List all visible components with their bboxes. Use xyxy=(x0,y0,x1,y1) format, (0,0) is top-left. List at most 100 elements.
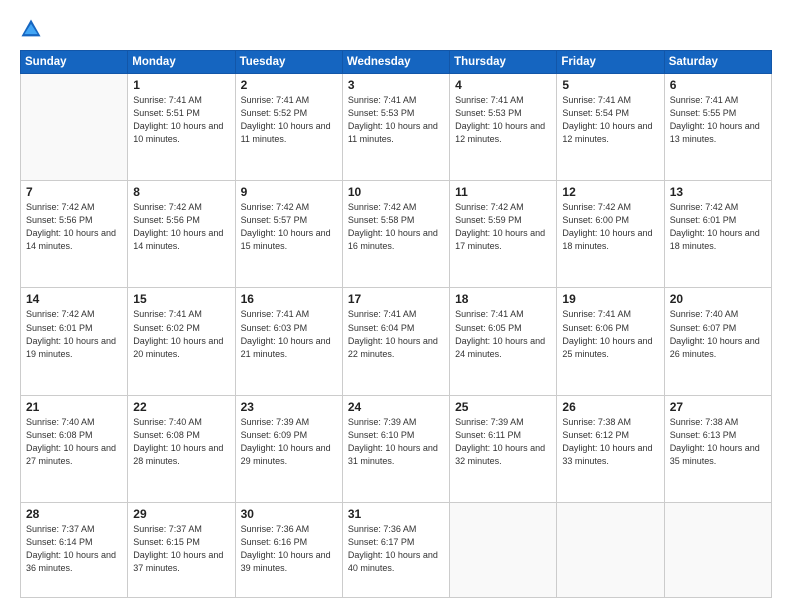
day-number: 4 xyxy=(455,78,551,92)
calendar-cell xyxy=(21,74,128,181)
calendar-row: 21 Sunrise: 7:40 AMSunset: 6:08 PMDayligh… xyxy=(21,395,772,502)
calendar-cell: 14 Sunrise: 7:42 AMSunset: 6:01 PMDayligh… xyxy=(21,288,128,395)
calendar-cell: 8Sunrise: 7:42 AMSunset: 5:56 PMDaylight… xyxy=(128,181,235,288)
day-info: Sunrise: 7:40 AMSunset: 6:07 PMDaylight:… xyxy=(670,308,766,360)
calendar-cell: 16 Sunrise: 7:41 AMSunset: 6:03 PMDayligh… xyxy=(235,288,342,395)
day-number: 24 xyxy=(348,400,444,414)
calendar-row: 7 Sunrise: 7:42 AMSunset: 5:56 PMDaylight… xyxy=(21,181,772,288)
calendar-cell xyxy=(557,502,664,597)
day-info: Sunrise: 7:42 AMSunset: 5:56 PMDaylight:… xyxy=(133,201,229,253)
day-info: Sunrise: 7:42 AMSunset: 5:59 PMDaylight:… xyxy=(455,201,551,253)
day-info: Sunrise: 7:41 AMSunset: 5:54 PMDaylight:… xyxy=(562,94,658,146)
calendar-cell: 2Sunrise: 7:41 AMSunset: 5:52 PMDaylight… xyxy=(235,74,342,181)
day-number: 28 xyxy=(26,507,122,521)
day-info: Sunrise: 7:41 AMSunset: 6:02 PMDaylight:… xyxy=(133,308,229,360)
day-number: 31 xyxy=(348,507,444,521)
calendar-cell: 15 Sunrise: 7:41 AMSunset: 6:02 PMDayligh… xyxy=(128,288,235,395)
weekday-header-wednesday: Wednesday xyxy=(342,51,449,74)
day-number: 11 xyxy=(455,185,551,199)
day-info: Sunrise: 7:37 AMSunset: 6:14 PMDaylight:… xyxy=(26,523,122,575)
calendar-cell: 20Sunrise: 7:40 AMSunset: 6:07 PMDayligh… xyxy=(664,288,771,395)
weekday-header-row: SundayMondayTuesdayWednesdayThursdayFrid… xyxy=(21,51,772,74)
calendar-cell: 10 Sunrise: 7:42 AMSunset: 5:58 PMDayligh… xyxy=(342,181,449,288)
calendar-cell: 30 Sunrise: 7:36 AMSunset: 6:16 PMDayligh… xyxy=(235,502,342,597)
day-number: 26 xyxy=(562,400,658,414)
calendar-cell: 17 Sunrise: 7:41 AMSunset: 6:04 PMDayligh… xyxy=(342,288,449,395)
day-number: 27 xyxy=(670,400,766,414)
calendar-cell: 12 Sunrise: 7:42 AMSunset: 6:00 PMDayligh… xyxy=(557,181,664,288)
page: SundayMondayTuesdayWednesdayThursdayFrid… xyxy=(0,0,792,612)
weekday-header-monday: Monday xyxy=(128,51,235,74)
day-info: Sunrise: 7:42 AMSunset: 5:58 PMDaylight:… xyxy=(348,201,444,253)
day-info: Sunrise: 7:39 AMSunset: 6:11 PMDaylight:… xyxy=(455,416,551,468)
weekday-header-tuesday: Tuesday xyxy=(235,51,342,74)
calendar-cell: 11 Sunrise: 7:42 AMSunset: 5:59 PMDayligh… xyxy=(450,181,557,288)
day-number: 23 xyxy=(241,400,337,414)
day-info: Sunrise: 7:42 AMSunset: 5:56 PMDaylight:… xyxy=(26,201,122,253)
day-number: 25 xyxy=(455,400,551,414)
calendar-cell: 5 Sunrise: 7:41 AMSunset: 5:54 PMDaylight… xyxy=(557,74,664,181)
day-info: Sunrise: 7:37 AMSunset: 6:15 PMDaylight:… xyxy=(133,523,229,575)
day-info: Sunrise: 7:36 AMSunset: 6:17 PMDaylight:… xyxy=(348,523,444,575)
day-info: Sunrise: 7:42 AMSunset: 6:01 PMDaylight:… xyxy=(670,201,766,253)
day-number: 29 xyxy=(133,507,229,521)
day-number: 15 xyxy=(133,292,229,306)
day-info: Sunrise: 7:38 AMSunset: 6:13 PMDaylight:… xyxy=(670,416,766,468)
day-info: Sunrise: 7:41 AMSunset: 5:55 PMDaylight:… xyxy=(670,94,766,146)
day-info: Sunrise: 7:40 AMSunset: 6:08 PMDaylight:… xyxy=(26,416,122,468)
day-number: 21 xyxy=(26,400,122,414)
day-info: Sunrise: 7:41 AMSunset: 5:51 PMDaylight:… xyxy=(133,94,229,146)
calendar-cell: 6 Sunrise: 7:41 AMSunset: 5:55 PMDaylight… xyxy=(664,74,771,181)
calendar-cell: 21 Sunrise: 7:40 AMSunset: 6:08 PMDayligh… xyxy=(21,395,128,502)
day-number: 19 xyxy=(562,292,658,306)
calendar-cell: 31 Sunrise: 7:36 AMSunset: 6:17 PMDayligh… xyxy=(342,502,449,597)
calendar-row: 28 Sunrise: 7:37 AMSunset: 6:14 PMDayligh… xyxy=(21,502,772,597)
day-number: 5 xyxy=(562,78,658,92)
day-info: Sunrise: 7:40 AMSunset: 6:08 PMDaylight:… xyxy=(133,416,229,468)
day-number: 2 xyxy=(241,78,337,92)
day-info: Sunrise: 7:42 AMSunset: 5:57 PMDaylight:… xyxy=(241,201,337,253)
day-number: 12 xyxy=(562,185,658,199)
calendar-cell xyxy=(664,502,771,597)
day-info: Sunrise: 7:36 AMSunset: 6:16 PMDaylight:… xyxy=(241,523,337,575)
weekday-header-thursday: Thursday xyxy=(450,51,557,74)
day-info: Sunrise: 7:41 AMSunset: 6:04 PMDaylight:… xyxy=(348,308,444,360)
calendar-row: 14 Sunrise: 7:42 AMSunset: 6:01 PMDayligh… xyxy=(21,288,772,395)
calendar-table: SundayMondayTuesdayWednesdayThursdayFrid… xyxy=(20,50,772,598)
day-number: 22 xyxy=(133,400,229,414)
calendar-cell: 24 Sunrise: 7:39 AMSunset: 6:10 PMDayligh… xyxy=(342,395,449,502)
day-info: Sunrise: 7:39 AMSunset: 6:10 PMDaylight:… xyxy=(348,416,444,468)
day-info: Sunrise: 7:41 AMSunset: 6:03 PMDaylight:… xyxy=(241,308,337,360)
calendar-cell: 25 Sunrise: 7:39 AMSunset: 6:11 PMDayligh… xyxy=(450,395,557,502)
calendar-cell xyxy=(450,502,557,597)
calendar-cell: 7 Sunrise: 7:42 AMSunset: 5:56 PMDaylight… xyxy=(21,181,128,288)
header xyxy=(20,18,772,40)
calendar-cell: 23 Sunrise: 7:39 AMSunset: 6:09 PMDayligh… xyxy=(235,395,342,502)
day-number: 1 xyxy=(133,78,229,92)
day-number: 16 xyxy=(241,292,337,306)
day-info: Sunrise: 7:41 AMSunset: 5:53 PMDaylight:… xyxy=(348,94,444,146)
calendar-row: 1 Sunrise: 7:41 AMSunset: 5:51 PMDaylight… xyxy=(21,74,772,181)
day-number: 7 xyxy=(26,185,122,199)
calendar-cell: 4 Sunrise: 7:41 AMSunset: 5:53 PMDaylight… xyxy=(450,74,557,181)
day-number: 18 xyxy=(455,292,551,306)
weekday-header-sunday: Sunday xyxy=(21,51,128,74)
calendar-cell: 26Sunrise: 7:38 AMSunset: 6:12 PMDayligh… xyxy=(557,395,664,502)
day-number: 30 xyxy=(241,507,337,521)
day-number: 6 xyxy=(670,78,766,92)
day-info: Sunrise: 7:41 AMSunset: 6:06 PMDaylight:… xyxy=(562,308,658,360)
day-info: Sunrise: 7:41 AMSunset: 5:53 PMDaylight:… xyxy=(455,94,551,146)
calendar-cell: 18 Sunrise: 7:41 AMSunset: 6:05 PMDayligh… xyxy=(450,288,557,395)
day-number: 14 xyxy=(26,292,122,306)
day-number: 10 xyxy=(348,185,444,199)
day-number: 17 xyxy=(348,292,444,306)
day-info: Sunrise: 7:39 AMSunset: 6:09 PMDaylight:… xyxy=(241,416,337,468)
day-info: Sunrise: 7:42 AMSunset: 6:00 PMDaylight:… xyxy=(562,201,658,253)
weekday-header-saturday: Saturday xyxy=(664,51,771,74)
day-info: Sunrise: 7:42 AMSunset: 6:01 PMDaylight:… xyxy=(26,308,122,360)
weekday-header-friday: Friday xyxy=(557,51,664,74)
calendar-cell: 19 Sunrise: 7:41 AMSunset: 6:06 PMDayligh… xyxy=(557,288,664,395)
day-info: Sunrise: 7:41 AMSunset: 6:05 PMDaylight:… xyxy=(455,308,551,360)
calendar-cell: 3Sunrise: 7:41 AMSunset: 5:53 PMDaylight… xyxy=(342,74,449,181)
calendar-cell: 27 Sunrise: 7:38 AMSunset: 6:13 PMDayligh… xyxy=(664,395,771,502)
